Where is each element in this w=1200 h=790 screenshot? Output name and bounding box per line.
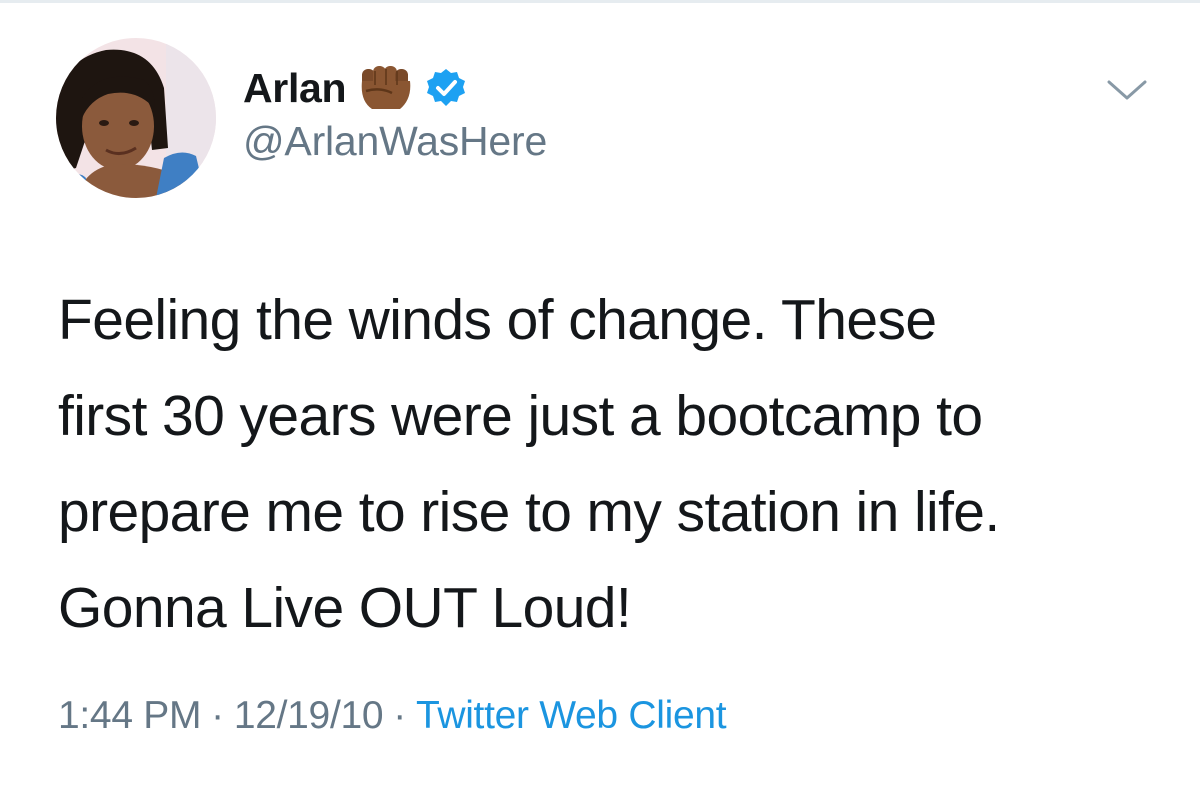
tweet-date[interactable]: 12/19/10 [234,694,384,737]
avatar[interactable] [56,38,216,198]
author-name-row: Arlan [243,62,466,114]
raised-fist-emoji-icon [358,63,414,113]
display-name[interactable]: Arlan [243,65,347,112]
separator-dot: · [211,694,224,737]
avatar-image [56,38,216,198]
verified-badge-icon [426,68,466,108]
tweet-menu-chevron-down-icon[interactable] [1105,72,1149,108]
tweet-text: Feeling the winds of change. These first… [58,288,1000,640]
separator-dot: · [393,694,406,737]
tweet-time[interactable]: 1:44 PM [58,694,201,737]
tweet-source-link[interactable]: Twitter Web Client [416,694,727,737]
top-divider [0,0,1200,3]
tweet-metadata: 1:44 PM · 12/19/10 · Twitter Web Client [58,694,727,738]
user-handle[interactable]: @ArlanWasHere [243,118,547,165]
